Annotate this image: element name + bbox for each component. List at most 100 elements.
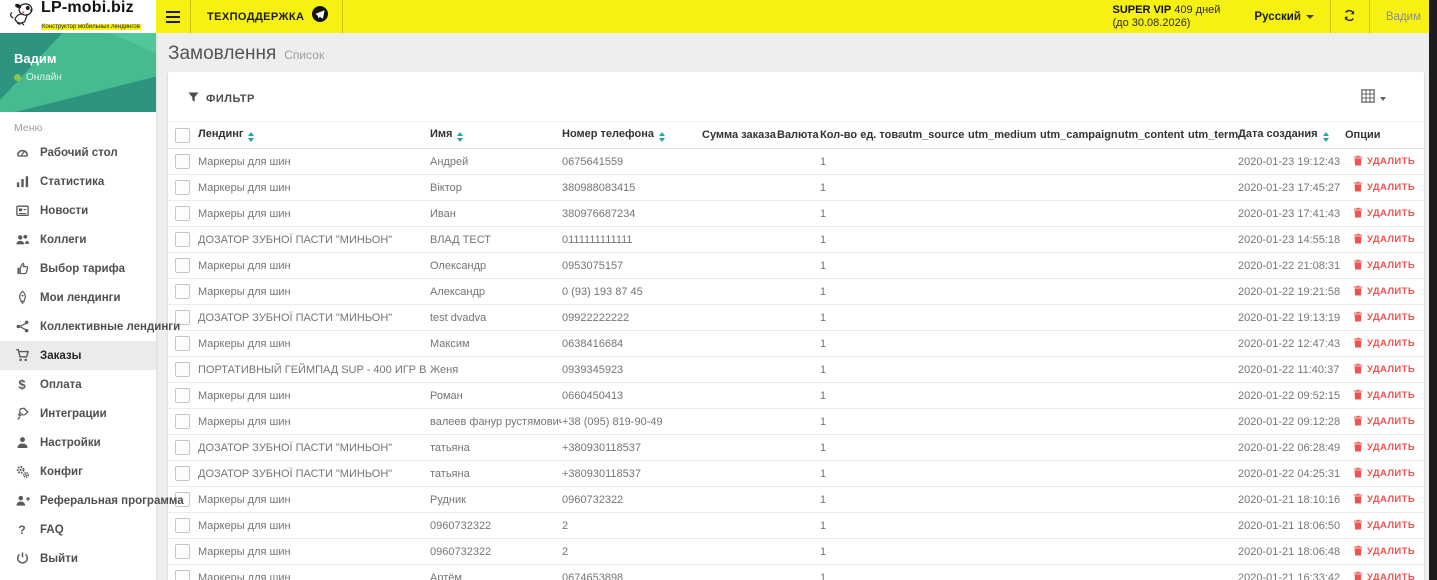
- row-checkbox[interactable]: [175, 440, 190, 455]
- row-checkbox[interactable]: [175, 414, 190, 429]
- column-header-currency: Валюта: [777, 121, 820, 149]
- sidebar-item-collective[interactable]: Коллективные лендинги: [0, 312, 180, 341]
- delete-button[interactable]: УДАЛИТЬ: [1345, 259, 1415, 273]
- cell-currency: [777, 278, 820, 305]
- sidebar-item-stats[interactable]: Статистика: [0, 167, 156, 196]
- row-checkbox[interactable]: [175, 466, 190, 481]
- sidebar-item-config[interactable]: Конфиг: [0, 457, 156, 486]
- support-link[interactable]: ТЕХПОДДЕРЖКА: [191, 0, 342, 33]
- row-checkbox[interactable]: [175, 232, 190, 247]
- cell-qty: 1: [820, 512, 902, 539]
- page-head: Замовлення Список: [156, 33, 1429, 72]
- language-selector[interactable]: Русский: [1238, 0, 1329, 33]
- row-select-cell: [168, 356, 198, 383]
- filter-button[interactable]: ФИЛЬТР: [188, 91, 255, 106]
- menu-toggle-button[interactable]: [156, 0, 190, 33]
- cell-utm_medium: [968, 408, 1040, 435]
- delete-button[interactable]: УДАЛИТЬ: [1345, 311, 1415, 325]
- column-header-created[interactable]: Дата создания: [1238, 121, 1345, 149]
- page-subtitle: Список: [284, 48, 325, 62]
- refresh-button[interactable]: [1331, 0, 1369, 33]
- sidebar-item-landings[interactable]: Мои лендинги: [0, 283, 156, 312]
- cell-created: 2020-01-23 14:55:18: [1238, 226, 1345, 253]
- delete-button[interactable]: УДАЛИТЬ: [1345, 493, 1415, 507]
- row-checkbox[interactable]: [175, 570, 190, 580]
- row-checkbox[interactable]: [175, 518, 190, 533]
- delete-button[interactable]: УДАЛИТЬ: [1345, 363, 1415, 377]
- row-checkbox[interactable]: [175, 336, 190, 351]
- sort-icon[interactable]: [248, 132, 255, 142]
- cell-currency: [777, 538, 820, 565]
- row-checkbox[interactable]: [175, 154, 190, 169]
- cell-utm_term: [1188, 330, 1238, 357]
- cell-utm_term: [1188, 226, 1238, 253]
- sidebar-item-referral[interactable]: Реферальная программа: [0, 486, 184, 515]
- cell-utm_campaign: [1040, 408, 1118, 435]
- sidebar-item-colleagues[interactable]: Коллеги: [0, 225, 156, 254]
- delete-button[interactable]: УДАЛИТЬ: [1345, 285, 1415, 299]
- cell-utm_source: [902, 408, 968, 435]
- cell-options: УДАЛИТЬ: [1345, 200, 1424, 227]
- sidebar-item-dashboard[interactable]: Рабочий стол: [0, 138, 156, 167]
- delete-button[interactable]: УДАЛИТЬ: [1345, 233, 1415, 247]
- delete-button[interactable]: УДАЛИТЬ: [1345, 467, 1415, 481]
- sidebar-item-tariff[interactable]: Выбор тарифа: [0, 254, 156, 283]
- cell-landing: Маркеры для шин: [198, 330, 430, 357]
- delete-button[interactable]: УДАЛИТЬ: [1345, 337, 1415, 351]
- column-header-name[interactable]: Имя: [430, 121, 562, 149]
- row-checkbox[interactable]: [175, 388, 190, 403]
- row-checkbox[interactable]: [175, 544, 190, 559]
- sidebar-item-settings[interactable]: Настройки: [0, 428, 156, 457]
- cell-sum: [702, 174, 777, 201]
- trash-icon: [1353, 415, 1363, 429]
- delete-button[interactable]: УДАЛИТЬ: [1345, 545, 1415, 559]
- row-checkbox[interactable]: [175, 180, 190, 195]
- sidebar-item-news[interactable]: Новости: [0, 196, 156, 225]
- cell-utm_content: [1118, 226, 1188, 253]
- sort-icon[interactable]: [658, 132, 665, 142]
- select-all-checkbox[interactable]: [175, 127, 190, 143]
- cell-utm_content: [1118, 330, 1188, 357]
- delete-button[interactable]: УДАЛИТЬ: [1345, 155, 1415, 169]
- page-scrollbar[interactable]: [1429, 0, 1437, 580]
- column-header-phone[interactable]: Номер телефона: [562, 121, 702, 149]
- logo[interactable]: LP-mobi.biz Конструктор мобильных лендин…: [0, 0, 156, 33]
- delete-button[interactable]: УДАЛИТЬ: [1345, 389, 1415, 403]
- cell-utm_medium: [968, 330, 1040, 357]
- telegram-icon: [312, 6, 329, 27]
- cell-qty: 1: [820, 226, 902, 253]
- sort-icon[interactable]: [457, 132, 464, 142]
- delete-button[interactable]: УДАЛИТЬ: [1345, 441, 1415, 455]
- sidebar-item-faq[interactable]: ? FAQ: [0, 515, 156, 544]
- delete-button[interactable]: УДАЛИТЬ: [1345, 571, 1415, 580]
- sidebar-item-logout[interactable]: Выйти: [0, 544, 156, 573]
- table-row: Маркеры для шин 0960732322 2 1 2020-01-21 18…: [168, 512, 1424, 539]
- cell-utm_medium: [968, 538, 1040, 565]
- row-checkbox[interactable]: [175, 258, 190, 273]
- sidebar-item-orders[interactable]: Заказы: [0, 341, 156, 370]
- orders-table: Лендинг Имя Номер телефона Сумма заказа Валю…: [168, 121, 1424, 580]
- language-label: Русский: [1254, 10, 1301, 23]
- cell-utm_term: [1188, 486, 1238, 513]
- trash-icon: [1353, 389, 1363, 403]
- bar-chart-icon: [14, 174, 30, 190]
- topbar-username[interactable]: Вадим: [1370, 0, 1437, 33]
- delete-button[interactable]: УДАЛИТЬ: [1345, 181, 1415, 195]
- row-checkbox[interactable]: [175, 206, 190, 221]
- sidebar-item-integrations[interactable]: Интеграции: [0, 399, 156, 428]
- delete-button[interactable]: УДАЛИТЬ: [1345, 207, 1415, 221]
- cell-phone: 0660450413: [562, 382, 702, 409]
- row-checkbox[interactable]: [175, 362, 190, 377]
- sidebar-item-payment[interactable]: $ Оплата: [0, 370, 156, 399]
- sort-icon[interactable]: [1322, 132, 1329, 142]
- column-header-landing[interactable]: Лендинг: [198, 121, 430, 149]
- delete-button[interactable]: УДАЛИТЬ: [1345, 519, 1415, 533]
- cell-utm_campaign: [1040, 278, 1118, 305]
- cell-qty: 1: [820, 200, 902, 227]
- cell-utm_content: [1118, 278, 1188, 305]
- columns-picker-button[interactable]: [1361, 89, 1386, 108]
- cell-utm_term: [1188, 356, 1238, 383]
- delete-button[interactable]: УДАЛИТЬ: [1345, 415, 1415, 429]
- row-checkbox[interactable]: [175, 284, 190, 299]
- cell-currency: [777, 408, 820, 435]
